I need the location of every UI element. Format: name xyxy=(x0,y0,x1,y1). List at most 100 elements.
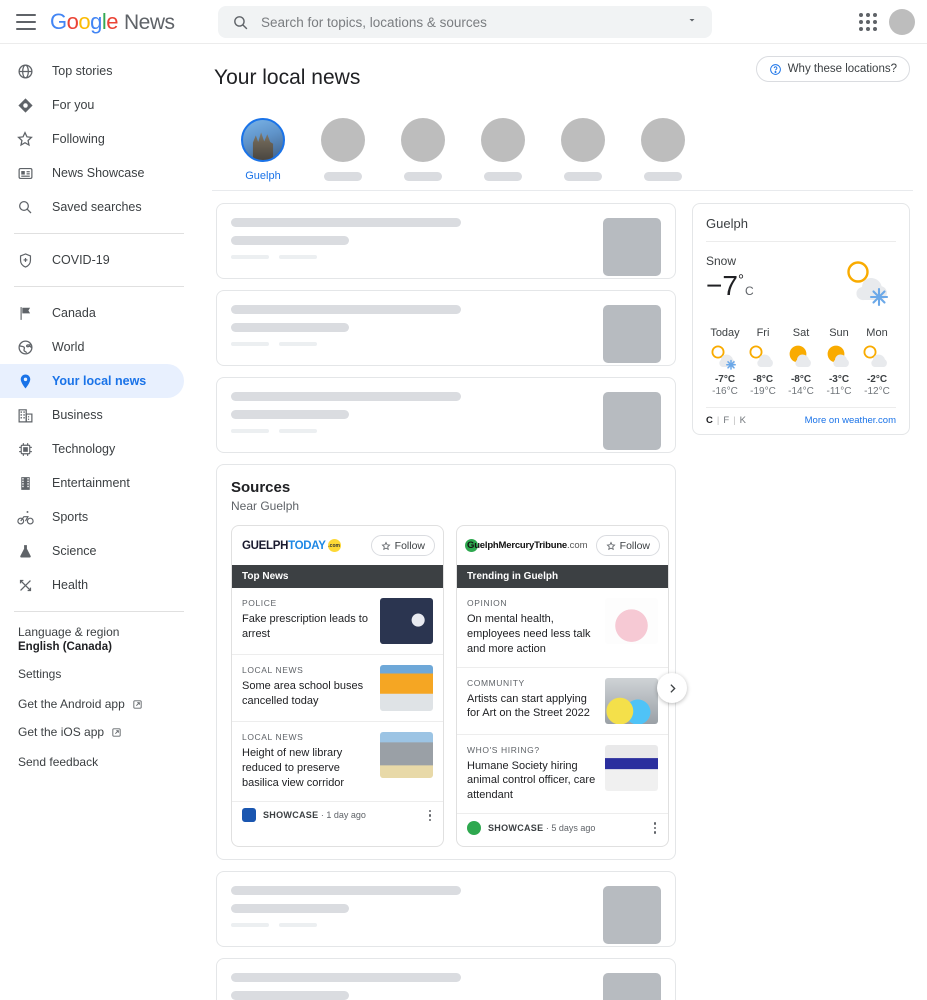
star-icon xyxy=(14,128,36,150)
placeholder-lines xyxy=(231,392,603,452)
showcase-badge: SHOWCASE · 5 days ago xyxy=(488,823,595,833)
source-article-item[interactable]: LOCAL NEWS Some area school buses cancel… xyxy=(232,655,443,722)
source-article-item[interactable]: POLICE Fake prescription leads to arrest xyxy=(232,588,443,655)
settings-link[interactable]: Settings xyxy=(18,667,200,681)
forecast-day-name: Sun xyxy=(820,327,858,339)
unit-kelvin[interactable]: K xyxy=(740,415,746,426)
sidebar-item-canada[interactable]: Canada xyxy=(0,296,184,330)
follow-button[interactable]: Follow xyxy=(596,535,660,556)
temperature-unit: C xyxy=(745,284,754,298)
source-article-item[interactable]: COMMUNITY Artists can start applying for… xyxy=(457,668,668,735)
source-banner: Trending in Guelph xyxy=(457,565,668,588)
source-article-item[interactable]: LOCAL NEWS Height of new library reduced… xyxy=(232,722,443,802)
placeholder-meta xyxy=(231,255,603,259)
sidebar-item-sports[interactable]: Sports xyxy=(0,500,184,534)
article-placeholder-card[interactable] xyxy=(216,958,676,1000)
follow-button[interactable]: Follow xyxy=(371,535,435,556)
source-article-item[interactable]: OPINION On mental health, employees need… xyxy=(457,588,668,668)
location-chip-placeholder[interactable] xyxy=(320,118,366,182)
weather-footer: C|F|K More on weather.com xyxy=(706,407,896,426)
chevron-down-icon[interactable] xyxy=(686,13,698,31)
sidebar-item-following[interactable]: Following xyxy=(0,122,184,156)
apps-grid-icon[interactable] xyxy=(859,13,877,31)
location-chip-placeholder[interactable] xyxy=(640,118,686,182)
source-banner: Top News xyxy=(232,565,443,588)
temperature-unit-switcher[interactable]: C|F|K xyxy=(706,415,746,426)
sidebar-item-business[interactable]: Business xyxy=(0,398,184,432)
sidebar-item-entertainment[interactable]: Entertainment xyxy=(0,466,184,500)
degree-symbol: ° xyxy=(738,272,744,289)
source-card-guelphtoday: GUELPHTODAY .com Follow T xyxy=(231,525,444,847)
ios-app-label: Get the iOS app xyxy=(18,725,104,739)
forecast-high: -2°C xyxy=(858,374,896,385)
location-avatar xyxy=(241,118,285,162)
location-chip-placeholder[interactable] xyxy=(480,118,526,182)
shield-plus-icon xyxy=(14,249,36,271)
showcase-label: SHOWCASE xyxy=(263,810,318,820)
article-placeholder-card[interactable] xyxy=(216,290,676,366)
location-chip-guelph[interactable]: Guelph xyxy=(240,118,286,182)
health-arrows-icon xyxy=(14,574,36,596)
article-placeholder-card[interactable] xyxy=(216,203,676,279)
send-feedback-link[interactable]: Send feedback xyxy=(18,755,200,769)
sidebar-item-for-you[interactable]: For you xyxy=(0,88,184,122)
more-vertical-icon[interactable] xyxy=(427,808,434,824)
language-region-value: English (Canada) xyxy=(18,641,200,653)
location-strip: Guelph xyxy=(212,100,913,191)
source-cards-row: GUELPHTODAY .com Follow T xyxy=(231,525,663,847)
sidebar-item-label: Saved searches xyxy=(52,200,142,214)
guelphmercurytribune-logo[interactable]: Guelph MercuryTribune.com xyxy=(467,540,588,551)
sidebar-divider xyxy=(14,611,184,612)
sidebar-footer: Language & region English (Canada) Setti… xyxy=(0,621,200,769)
forecast-day: Sat -8°C -14°C xyxy=(782,327,820,397)
why-these-locations-button[interactable]: Why these locations? xyxy=(756,56,910,82)
sidebar-item-top-stories[interactable]: Top stories xyxy=(0,54,184,88)
guelphtoday-logo[interactable]: GUELPHTODAY .com xyxy=(242,539,341,552)
sidebar-item-health[interactable]: Health xyxy=(0,568,184,602)
source-card-footer: SHOWCASE · 5 days ago xyxy=(457,814,668,846)
forecast-day: Sun -3°C -11°C xyxy=(820,327,858,397)
location-pin-icon xyxy=(14,370,36,392)
sidebar-item-label: Top stories xyxy=(52,64,112,78)
android-app-link[interactable]: Get the Android app xyxy=(18,697,200,711)
source-article-item[interactable]: WHO'S HIRING? Humane Society hiring anim… xyxy=(457,735,668,815)
weather-condition: Snow xyxy=(706,254,754,268)
language-region-setting[interactable]: Language & region English (Canada) xyxy=(18,625,200,653)
search-bar[interactable] xyxy=(218,6,712,38)
logo-letter: e xyxy=(106,9,118,35)
building-icon xyxy=(14,404,36,426)
article-placeholder-card[interactable] xyxy=(216,871,676,947)
article-thumbnail xyxy=(380,665,433,711)
weather-current: Snow −7°C xyxy=(706,242,896,317)
more-on-weather-link[interactable]: More on weather.com xyxy=(805,415,896,426)
location-chip-placeholder[interactable] xyxy=(560,118,606,182)
unit-celsius[interactable]: C xyxy=(706,415,713,426)
sidebar-item-your-local-news[interactable]: Your local news xyxy=(0,364,184,398)
sidebar-item-saved-searches[interactable]: Saved searches xyxy=(0,190,184,224)
sidebar-item-label: Entertainment xyxy=(52,476,130,490)
location-chip-placeholder[interactable] xyxy=(400,118,446,182)
google-news-logo[interactable]: GoogleNews xyxy=(50,9,175,35)
more-vertical-icon[interactable] xyxy=(652,820,659,836)
sidebar-item-world[interactable]: World xyxy=(0,330,184,364)
placeholder-lines xyxy=(231,973,603,1000)
sun-cloud-snow-icon xyxy=(834,256,896,313)
search-input[interactable] xyxy=(261,15,686,30)
unit-fahrenheit[interactable]: F xyxy=(723,415,729,426)
sidebar-item-science[interactable]: Science xyxy=(0,534,184,568)
sidebar-item-news-showcase[interactable]: News Showcase xyxy=(0,156,184,190)
account-avatar[interactable] xyxy=(889,9,915,35)
sources-next-button[interactable] xyxy=(657,673,687,703)
sidebar-item-covid-19[interactable]: COVID-19 xyxy=(0,243,184,277)
placeholder-line xyxy=(231,218,461,227)
placeholder-meta xyxy=(231,923,603,927)
article-placeholder-card[interactable] xyxy=(216,377,676,453)
source-card-header: Guelph MercuryTribune.com Follow xyxy=(457,526,668,565)
forecast-low: -11°C xyxy=(820,386,858,397)
location-avatar xyxy=(641,118,685,162)
article-kicker: WHO'S HIRING? xyxy=(467,745,597,755)
sidebar-item-technology[interactable]: Technology xyxy=(0,432,184,466)
ios-app-link[interactable]: Get the iOS app xyxy=(18,725,200,739)
hamburger-menu-icon[interactable] xyxy=(16,14,36,30)
publisher-logo xyxy=(242,808,256,822)
